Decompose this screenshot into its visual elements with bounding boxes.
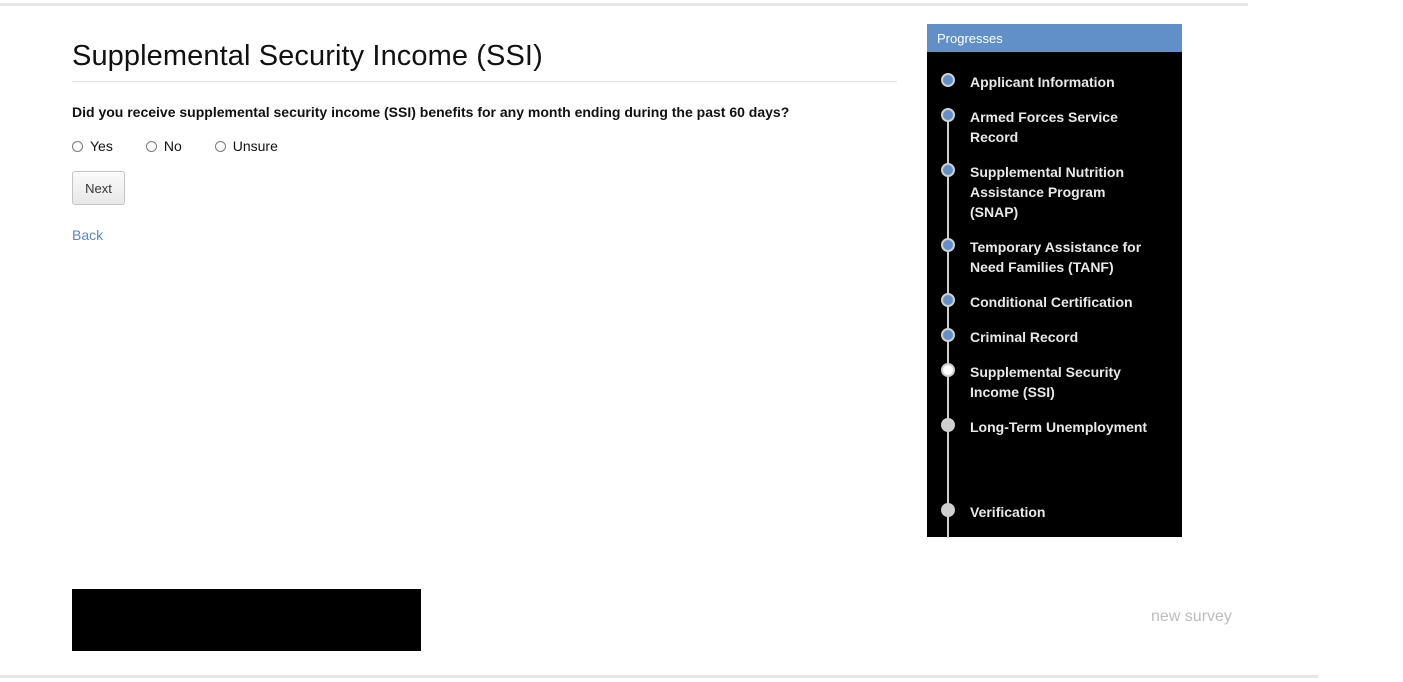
step-dot-icon bbox=[941, 108, 955, 122]
answer-radio-group: Yes No Unsure bbox=[72, 138, 897, 154]
step-dot-icon bbox=[941, 293, 955, 307]
radio-button-unsure[interactable] bbox=[214, 140, 226, 152]
step-label: Supplemental Security Income (SSI) bbox=[970, 364, 1121, 400]
radio-option-yes[interactable]: Yes bbox=[72, 138, 113, 154]
step-label: Criminal Record bbox=[970, 329, 1079, 345]
radio-label-unsure: Unsure bbox=[232, 138, 278, 154]
sidebar-header: Progresses bbox=[927, 24, 1182, 52]
new-survey-link[interactable]: new survey bbox=[1151, 608, 1232, 626]
top-divider bbox=[0, 3, 1248, 6]
step-label: Applicant Information bbox=[970, 74, 1115, 90]
step-dot-icon bbox=[941, 238, 955, 252]
progress-timeline: Applicant Information Armed Forces Servi… bbox=[927, 52, 1182, 538]
step-label: Supplemental Nutrition Assistance Progra… bbox=[970, 164, 1124, 220]
radio-option-unsure[interactable]: Unsure bbox=[214, 138, 278, 154]
step-dot-icon bbox=[941, 418, 955, 432]
main-content: Supplemental Security Income (SSI) Did y… bbox=[72, 40, 897, 245]
page: Supplemental Security Income (SSI) Did y… bbox=[0, 0, 1403, 682]
radio-label-no: No bbox=[163, 138, 182, 154]
next-button[interactable]: Next bbox=[72, 171, 125, 205]
radio-button-no[interactable] bbox=[145, 140, 157, 152]
progress-sidebar: Progresses Applicant Information Armed F… bbox=[927, 24, 1182, 538]
step-dot-icon bbox=[941, 163, 955, 177]
step-label: Long-Term Unemployment bbox=[970, 419, 1148, 435]
step-dot-icon bbox=[941, 363, 955, 377]
step-label: Verification bbox=[970, 504, 1046, 520]
step-label: Conditional Certification bbox=[970, 294, 1133, 310]
step-label: Temporary Assistance for Need Families (… bbox=[970, 239, 1142, 275]
page-title: Supplemental Security Income (SSI) bbox=[72, 40, 897, 82]
step-label: Armed Forces Service Record bbox=[970, 109, 1118, 145]
question-text: Did you receive supplemental security in… bbox=[72, 104, 790, 120]
radio-button-yes[interactable] bbox=[72, 140, 83, 152]
bottom-divider bbox=[0, 675, 1318, 678]
step-dot-icon bbox=[941, 73, 955, 87]
step-dot-icon bbox=[941, 328, 955, 342]
radio-option-no[interactable]: No bbox=[145, 138, 182, 154]
footer-logo-redacted bbox=[72, 589, 421, 651]
radio-label-yes: Yes bbox=[90, 138, 113, 154]
back-link[interactable]: Back bbox=[72, 227, 103, 243]
step-dot-icon bbox=[941, 503, 955, 517]
